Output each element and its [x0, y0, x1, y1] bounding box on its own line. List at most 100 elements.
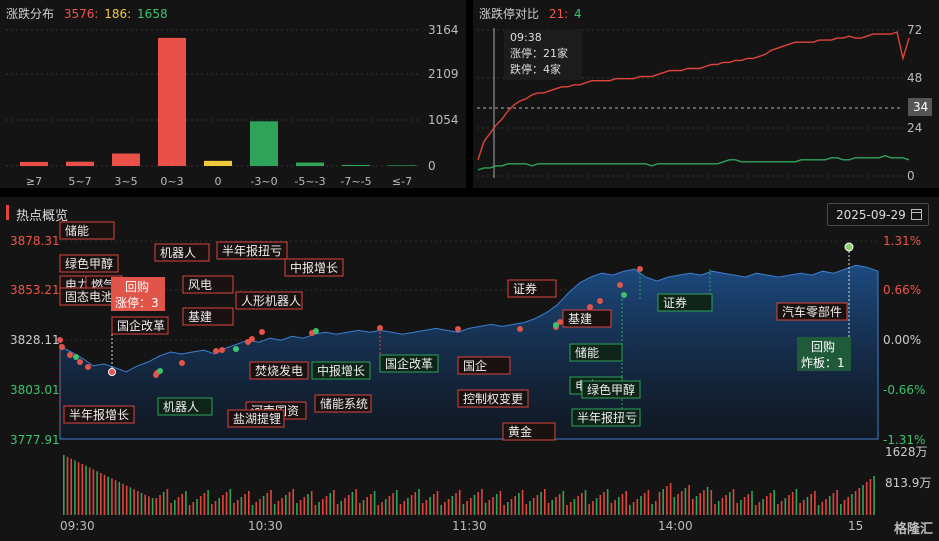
volume-bar: [159, 495, 161, 515]
volume-bar: [281, 498, 283, 515]
volume-bar: [743, 497, 746, 515]
volume-bar: [433, 494, 435, 515]
event-dot[interactable]: [77, 359, 83, 365]
price-tick: 3878.31: [10, 234, 60, 248]
volume-bar: [233, 503, 235, 515]
volume-bar: [414, 492, 417, 515]
volume-bar: [547, 503, 550, 515]
volume-bar: [381, 502, 383, 515]
volume-bar: [203, 493, 206, 515]
volume-bar: [806, 497, 809, 515]
ratio-ytick: 72: [907, 23, 922, 37]
volume-bar: [251, 505, 254, 515]
event-dot[interactable]: [213, 348, 219, 354]
volume-bar: [758, 502, 761, 515]
event-dot[interactable]: [219, 347, 225, 353]
topic-tag-label: 国企改革: [117, 318, 165, 333]
volume-bar: [333, 490, 335, 515]
volume-bar: [336, 504, 339, 515]
volume-bar: [273, 504, 276, 515]
volume-bar: [680, 491, 683, 515]
volume-bar: [96, 471, 98, 515]
crosshair-tooltip: 09:38 涨停：21家 跌停：4家: [504, 30, 582, 80]
volume-bar: [655, 501, 657, 515]
event-dot[interactable]: [85, 364, 91, 370]
volume-bar: [873, 476, 875, 515]
volume-bar: [788, 495, 790, 515]
event-dot[interactable]: [313, 328, 319, 334]
volume-bar: [736, 503, 738, 515]
volume-bar: [843, 500, 846, 515]
event-dot[interactable]: [153, 372, 159, 378]
event-dot[interactable]: [557, 319, 563, 325]
volume-bar: [629, 505, 631, 515]
volume-bar: [732, 489, 735, 515]
volume-bar: [470, 498, 472, 515]
volume-bar: [514, 496, 516, 515]
end-dot: [108, 368, 116, 376]
volume-bar: [710, 490, 713, 515]
event-dot[interactable]: [517, 326, 523, 332]
event-dot[interactable]: [597, 298, 603, 304]
volume-bar: [632, 502, 635, 515]
volume-bar: [170, 503, 172, 515]
distribution-category: 5~7: [68, 175, 91, 188]
volume-bar: [322, 499, 324, 515]
watermark: 格隆汇: [893, 522, 933, 537]
callout-title: 回购: [125, 279, 149, 294]
distribution-category: -3~0: [250, 175, 277, 188]
volume-bar: [488, 500, 491, 515]
dist-ytick: 2109: [428, 67, 459, 81]
event-dot[interactable]: [249, 336, 255, 342]
callout-title: 回购: [811, 339, 835, 354]
volume-bar: [81, 464, 84, 515]
volume-bar: [240, 497, 243, 515]
distribution-category: -7~-5: [340, 175, 371, 188]
volume-bar: [799, 503, 801, 515]
volume-bar: [814, 491, 816, 515]
volume-bar: [832, 493, 835, 515]
event-dot[interactable]: [67, 352, 73, 358]
volume-bar: [865, 482, 868, 515]
tooltip-down: 跌停：4家: [510, 63, 561, 76]
distribution-category: -5~-3: [294, 175, 325, 188]
event-dot[interactable]: [73, 354, 79, 360]
event-dot[interactable]: [455, 326, 461, 332]
distribution-category: 0~3: [160, 175, 183, 188]
volume-bar: [285, 495, 287, 515]
volume-bar: [447, 499, 450, 515]
volume-bar: [614, 500, 616, 515]
topic-tag-label: 半年报扭亏: [577, 410, 637, 425]
volume-bar: [347, 495, 350, 515]
index-intraday-chart[interactable]: 3878.31 3853.21 3828.11 3803.01 3777.91 …: [0, 197, 939, 541]
event-dot[interactable]: [617, 282, 623, 288]
volume-bar: [658, 492, 661, 515]
volume-bar: [544, 489, 546, 515]
volume-bar: [492, 497, 494, 515]
volume-bar: [318, 502, 320, 515]
callout-sub: 涨停：3: [115, 295, 159, 310]
topic-tag-label: 人形机器人: [241, 294, 301, 308]
volume-bar: [292, 489, 294, 515]
volume-bar: [473, 495, 476, 515]
volume-bar: [63, 455, 65, 515]
volume-bar: [214, 501, 217, 515]
volume-bar: [225, 492, 228, 515]
volume-bar: [858, 488, 861, 515]
volume-bar: [344, 498, 346, 515]
limit-ratio-chart[interactable]: 72 48 24 0 34: [473, 0, 939, 188]
volume-bar: [566, 505, 568, 515]
event-dot[interactable]: [587, 304, 593, 310]
ratio-ytick: 48: [907, 71, 922, 85]
volume-bar: [107, 476, 109, 515]
event-dot[interactable]: [179, 360, 185, 366]
volume-bar: [692, 499, 694, 515]
distribution-bar: [342, 164, 370, 166]
volume-bar: [255, 502, 257, 515]
price-tick: 3803.01: [10, 383, 60, 397]
event-dot[interactable]: [259, 329, 265, 335]
volume-bar: [803, 500, 805, 515]
volume-bar: [155, 498, 158, 515]
event-dot[interactable]: [233, 346, 239, 352]
topic-tag-label: 中报增长: [317, 363, 365, 378]
